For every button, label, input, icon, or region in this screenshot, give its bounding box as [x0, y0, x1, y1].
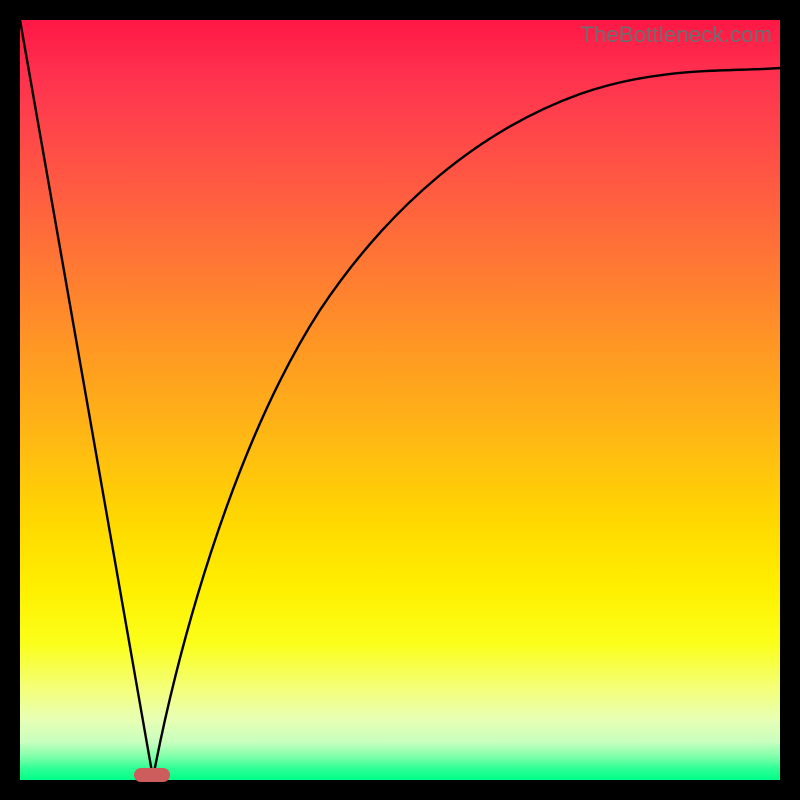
- minimum-marker: [134, 768, 170, 782]
- bottleneck-curve: [20, 20, 780, 780]
- chart-frame: TheBottleneck.com: [0, 0, 800, 800]
- watermark-text: TheBottleneck.com: [580, 22, 772, 48]
- plot-area: TheBottleneck.com: [20, 20, 780, 780]
